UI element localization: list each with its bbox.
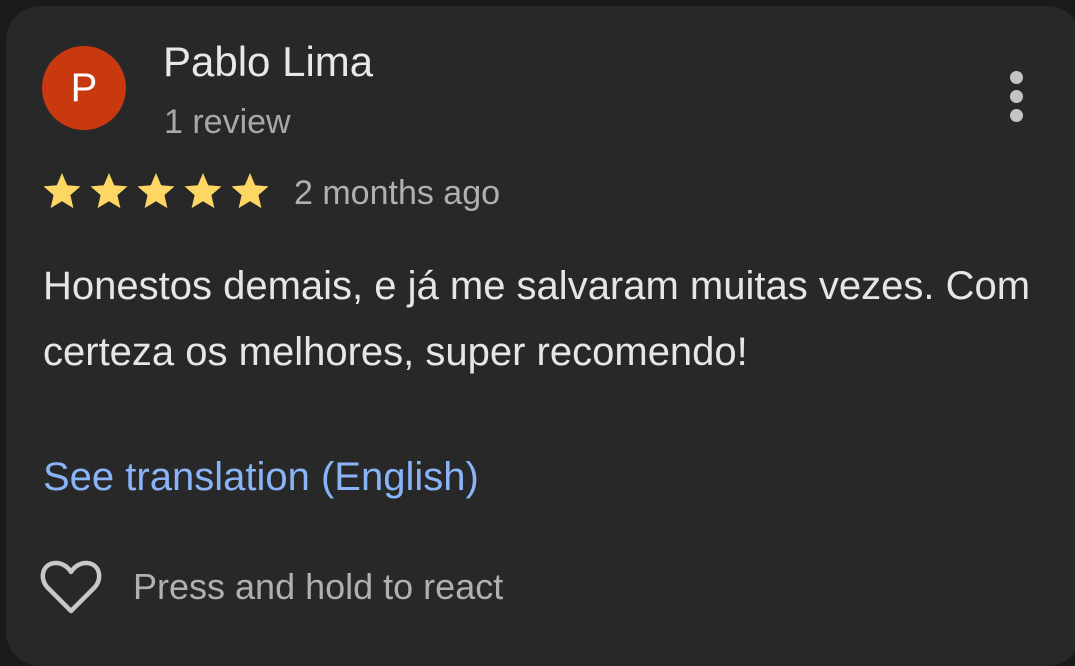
star-icon: [137, 173, 175, 209]
author-name[interactable]: Pablo Lima: [163, 38, 373, 86]
avatar[interactable]: P: [42, 46, 126, 130]
star-icon: [43, 173, 81, 209]
star-rating: [42, 171, 274, 213]
star-icon: [184, 173, 222, 209]
more-dot: [1010, 90, 1023, 103]
star-icon: [90, 173, 128, 209]
review-text: Honestos demais, e já me salvaram muitas…: [43, 264, 1031, 374]
review-card: P Pablo Lima 1 review 2 months ago Hones…: [6, 6, 1075, 666]
heart-outline-icon: [40, 560, 102, 614]
see-translation-link[interactable]: See translation (English): [43, 455, 479, 500]
star-icon: [231, 173, 269, 209]
more-dot: [1010, 109, 1023, 122]
author-review-count: 1 review: [164, 103, 291, 141]
review-time: 2 months ago: [294, 174, 501, 212]
more-vert-icon[interactable]: [1002, 66, 1032, 126]
react-button[interactable]: Press and hold to react: [40, 556, 600, 620]
more-dot: [1010, 71, 1023, 84]
react-label: Press and hold to react: [133, 566, 504, 607]
